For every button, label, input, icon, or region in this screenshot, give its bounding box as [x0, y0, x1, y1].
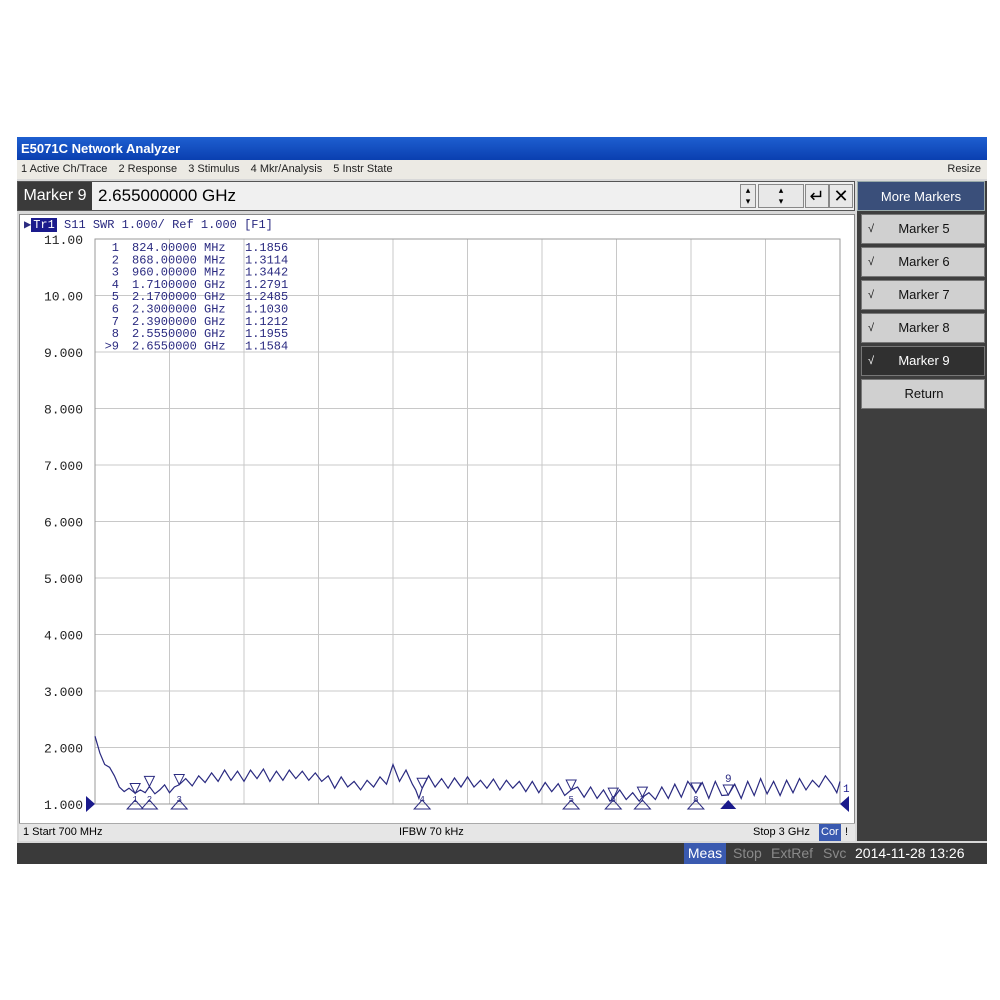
softkey-label: Marker 6 [898, 254, 950, 269]
enter-button[interactable]: ↵ [805, 184, 829, 208]
window-title: E5071C Network Analyzer [17, 137, 987, 160]
y-tick-label: 8.000 [44, 403, 83, 418]
y-tick-label: 2.000 [44, 742, 83, 757]
softkey-marker-5[interactable]: √ Marker 5 [861, 214, 985, 244]
correction-badge: Cor [819, 824, 841, 841]
y-tick-label: 6.000 [44, 516, 83, 531]
marker-label: 1 [132, 795, 137, 805]
softkey-label: Marker 9 [898, 353, 950, 368]
marker-label: 5 [568, 795, 573, 805]
spin-small-updown[interactable]: ▴ ▾ [740, 184, 756, 208]
entry-bar: Marker 9 2.655000000 GHz ▴ ▾ ▴ ▾ ↵ ✕ [17, 181, 855, 211]
swr-chart: 11.00 10.00 9.000 8.000 7.000 6.000 5.000 4.000… [44, 233, 850, 813]
close-button[interactable]: ✕ [829, 184, 853, 208]
marker-label: 2 [147, 795, 152, 805]
softkey-marker-9[interactable]: √ Marker 9 [861, 346, 985, 376]
y-tick-label: 3.000 [44, 685, 83, 700]
date-time: 2014-11-28 13:26 [855, 845, 965, 861]
menu-response[interactable]: 2 Response [118, 160, 177, 179]
start-frequency: 1 Start 700 MHz [23, 826, 103, 838]
menu-instr-state[interactable]: 5 Instr State [333, 160, 392, 179]
softkey-label: Marker 8 [898, 320, 950, 335]
instrument-status-bar: Meas Stop ExtRef Svc 2014-11-28 13:26 [17, 843, 987, 864]
ifbw: IFBW 70 kHz [399, 826, 464, 838]
ref-level-right-icon [840, 796, 849, 812]
stop-frequency: Stop 3 GHz [753, 826, 810, 838]
trace-settings: S11 SWR 1.000/ Ref 1.000 [F1] [64, 218, 273, 232]
channel-window: ▶ Tr1 S11 SWR 1.000/ Ref 1.000 [F1] 11.00… [19, 214, 855, 841]
menu-active-ch-trace[interactable]: 1 Active Ch/Trace [21, 160, 107, 179]
y-tick-label: 4.000 [44, 629, 83, 644]
marker-table-value: 1.1584 [245, 339, 288, 353]
marker-table-frequency: 2.6550000 GHz [132, 339, 226, 353]
marker-label: 6 [611, 795, 616, 805]
marker-pointer-icon [173, 774, 186, 786]
extref-indicator: ExtRef [771, 845, 814, 861]
ref-level-left-icon [86, 796, 95, 812]
spin-up-icon[interactable]: ▴ [741, 185, 755, 196]
network-analyzer-window: E5071C Network Analyzer 1 Active Ch/Trac… [17, 137, 987, 864]
menu-stimulus[interactable]: 3 Stimulus [188, 160, 239, 179]
y-tick-label: 11.00 [44, 233, 83, 248]
softkey-marker-6[interactable]: √ Marker 6 [861, 247, 985, 277]
stop-indicator: Stop [733, 845, 762, 861]
softkey-return[interactable]: Return [861, 379, 985, 409]
close-icon: ✕ [833, 186, 849, 206]
step-up-icon[interactable]: ▴ [759, 185, 803, 196]
softkey-marker-7[interactable]: √ Marker 7 [861, 280, 985, 310]
marker-pointer-icon [129, 783, 141, 795]
meas-indicator: Meas [684, 843, 726, 864]
softkey-label: Marker 5 [898, 221, 950, 236]
marker-label: 8 [693, 795, 698, 805]
trace-number-label: 1 [843, 784, 850, 796]
y-tick-label: 7.000 [44, 459, 83, 474]
marker-pointer-icon [416, 777, 428, 790]
y-tick-label: 9.000 [44, 346, 83, 361]
entry-label: Marker 9 [18, 182, 92, 210]
y-tick-label: 1.000 [44, 798, 83, 813]
spin-down-icon[interactable]: ▾ [741, 196, 755, 207]
marker-label: 7 [640, 795, 645, 805]
menu-bar: 1 Active Ch/Trace 2 Response 3 Stimulus … [17, 160, 987, 179]
menu-mkr-analysis[interactable]: 4 Mkr/Analysis [251, 160, 323, 179]
entry-value-field[interactable]: 2.655000000 GHz [98, 182, 236, 210]
enter-arrow-icon: ↵ [809, 186, 825, 206]
softkey-title: More Markers [857, 181, 985, 211]
y-tick-label: 5.000 [44, 572, 83, 587]
svc-indicator: Svc [823, 845, 847, 861]
marker-label: 4 [419, 795, 424, 805]
softkey-label: Return [904, 386, 944, 401]
trace-badge[interactable]: Tr1 [31, 218, 57, 232]
marker-table-id: >9 [105, 339, 119, 353]
softkey-panel: More Markers √ Marker 5 √ Marker 6 √ Mar… [857, 181, 987, 841]
warning-indicator: ! [845, 826, 849, 838]
y-tick-label: 10.00 [44, 290, 83, 305]
channel-status-row: 1 Start 700 MHz IFBW 70 kHz Stop 3 GHz C… [19, 823, 855, 841]
trace-label: ▶ Tr1 S11 SWR 1.000/ Ref 1.000 [F1] [24, 217, 273, 232]
softkey-label: Marker 7 [898, 287, 950, 302]
step-down-icon[interactable]: ▾ [759, 196, 803, 207]
resize-button[interactable]: Resize [947, 160, 981, 179]
softkey-marker-8[interactable]: √ Marker 8 [861, 313, 985, 343]
spin-large-updown[interactable]: ▴ ▾ [758, 184, 804, 208]
marker-label: 3 [177, 795, 182, 805]
marker-label: 9 [725, 774, 732, 786]
marker-pointer-icon [143, 775, 156, 788]
